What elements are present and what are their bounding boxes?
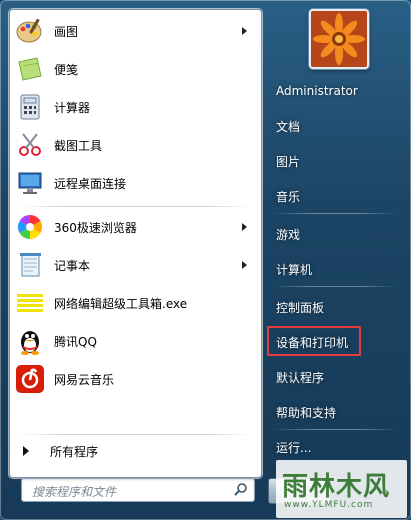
menu-run[interactable]: 运行...: [268, 433, 400, 461]
highlight-box: [267, 326, 361, 356]
program-item-toolbox-exe[interactable]: 网络编辑超级工具箱.exe: [11, 285, 259, 321]
menu-label: 控制面板: [276, 300, 325, 315]
program-label: 截图工具: [54, 138, 103, 153]
program-label: 360极速浏览器: [54, 220, 137, 235]
places-panel: Administrator 文档 图片 音乐 游戏 计算机 控制面板 设备和打印…: [262, 0, 411, 520]
program-item-360-browser[interactable]: 360极速浏览器: [11, 209, 259, 245]
sticky-notes-icon: [14, 53, 46, 85]
program-item-qq[interactable]: 腾讯QQ: [11, 323, 259, 359]
submenu-arrow-icon[interactable]: [242, 261, 247, 269]
program-item-netease-music[interactable]: 网易云音乐: [11, 361, 259, 397]
all-programs-button[interactable]: 所有程序: [11, 438, 259, 464]
menu-control-panel[interactable]: 控制面板: [268, 293, 400, 321]
separator: [272, 286, 398, 287]
program-label: 网络编辑超级工具箱.exe: [54, 296, 188, 311]
remote-desktop-icon: [14, 167, 46, 199]
program-item-paint[interactable]: 画图: [11, 13, 259, 49]
expand-arrow-icon: [23, 446, 29, 456]
user-avatar[interactable]: [309, 9, 369, 69]
menu-default-programs[interactable]: 默认程序: [268, 363, 400, 391]
menu-label: 音乐: [276, 189, 301, 204]
program-label: 计算器: [54, 100, 91, 115]
browser-360-icon: [14, 211, 46, 243]
calculator-icon: [14, 91, 46, 123]
menu-help-and-support[interactable]: 帮助和支持: [268, 398, 400, 426]
netease-music-icon: [14, 363, 46, 395]
program-label: 便笺: [54, 62, 79, 77]
menu-label: 文档: [276, 119, 301, 134]
menu-label: 图片: [276, 154, 301, 169]
separator: [18, 434, 252, 435]
snipping-tool-icon: [14, 129, 46, 161]
menu-label: 运行...: [276, 440, 312, 455]
search-icon[interactable]: [233, 482, 249, 498]
watermark-title: 雨林木风: [282, 472, 391, 502]
program-label: 记事本: [54, 258, 91, 273]
menu-label: Administrator: [276, 84, 358, 98]
submenu-arrow-icon[interactable]: [242, 27, 247, 35]
submenu-arrow-icon[interactable]: [242, 223, 247, 231]
menu-label: 计算机: [276, 262, 313, 277]
menu-music[interactable]: 音乐: [268, 182, 400, 210]
program-label: 网易云音乐: [54, 372, 115, 387]
paint-icon: [14, 15, 46, 47]
programs-panel: 画图 便笺 计算器 截图工具 远程桌面连接 360极速浏览器 记事本 网络编辑超…: [9, 9, 262, 478]
program-item-remote-desktop[interactable]: 远程桌面连接: [11, 165, 259, 201]
watermark-logo: 雨林木风 www.YLMFU.com: [276, 460, 407, 518]
menu-games[interactable]: 游戏: [268, 220, 400, 248]
search-input[interactable]: 搜索程序和文件: [21, 478, 255, 502]
separator: [272, 213, 398, 214]
program-label: 画图: [54, 24, 79, 39]
start-menu: 画图 便笺 计算器 截图工具 远程桌面连接 360极速浏览器 记事本 网络编辑超…: [0, 0, 411, 520]
menu-user-administrator[interactable]: Administrator: [268, 77, 400, 105]
menu-label: 帮助和支持: [276, 405, 337, 420]
toolbox-exe-icon: [14, 287, 46, 319]
separator: [18, 206, 252, 207]
program-item-sticky-notes[interactable]: 便笺: [11, 51, 259, 87]
menu-computer[interactable]: 计算机: [268, 255, 400, 283]
menu-pictures[interactable]: 图片: [268, 147, 400, 175]
menu-label: 游戏: [276, 227, 301, 242]
search-placeholder: 搜索程序和文件: [32, 485, 117, 499]
qq-penguin-icon: [14, 325, 46, 357]
program-label: 腾讯QQ: [54, 334, 97, 349]
menu-documents[interactable]: 文档: [268, 112, 400, 140]
program-item-notepad[interactable]: 记事本: [11, 247, 259, 283]
all-programs-label: 所有程序: [50, 444, 99, 459]
program-item-snipping-tool[interactable]: 截图工具: [11, 127, 259, 163]
separator: [272, 429, 398, 430]
menu-label: 默认程序: [276, 370, 325, 385]
search-area: 搜索程序和文件: [9, 470, 262, 514]
notepad-icon: [14, 249, 46, 281]
program-item-calculator[interactable]: 计算器: [11, 89, 259, 125]
program-label: 远程桌面连接: [54, 176, 127, 191]
watermark-url: www.YLMFU.com: [284, 500, 374, 510]
